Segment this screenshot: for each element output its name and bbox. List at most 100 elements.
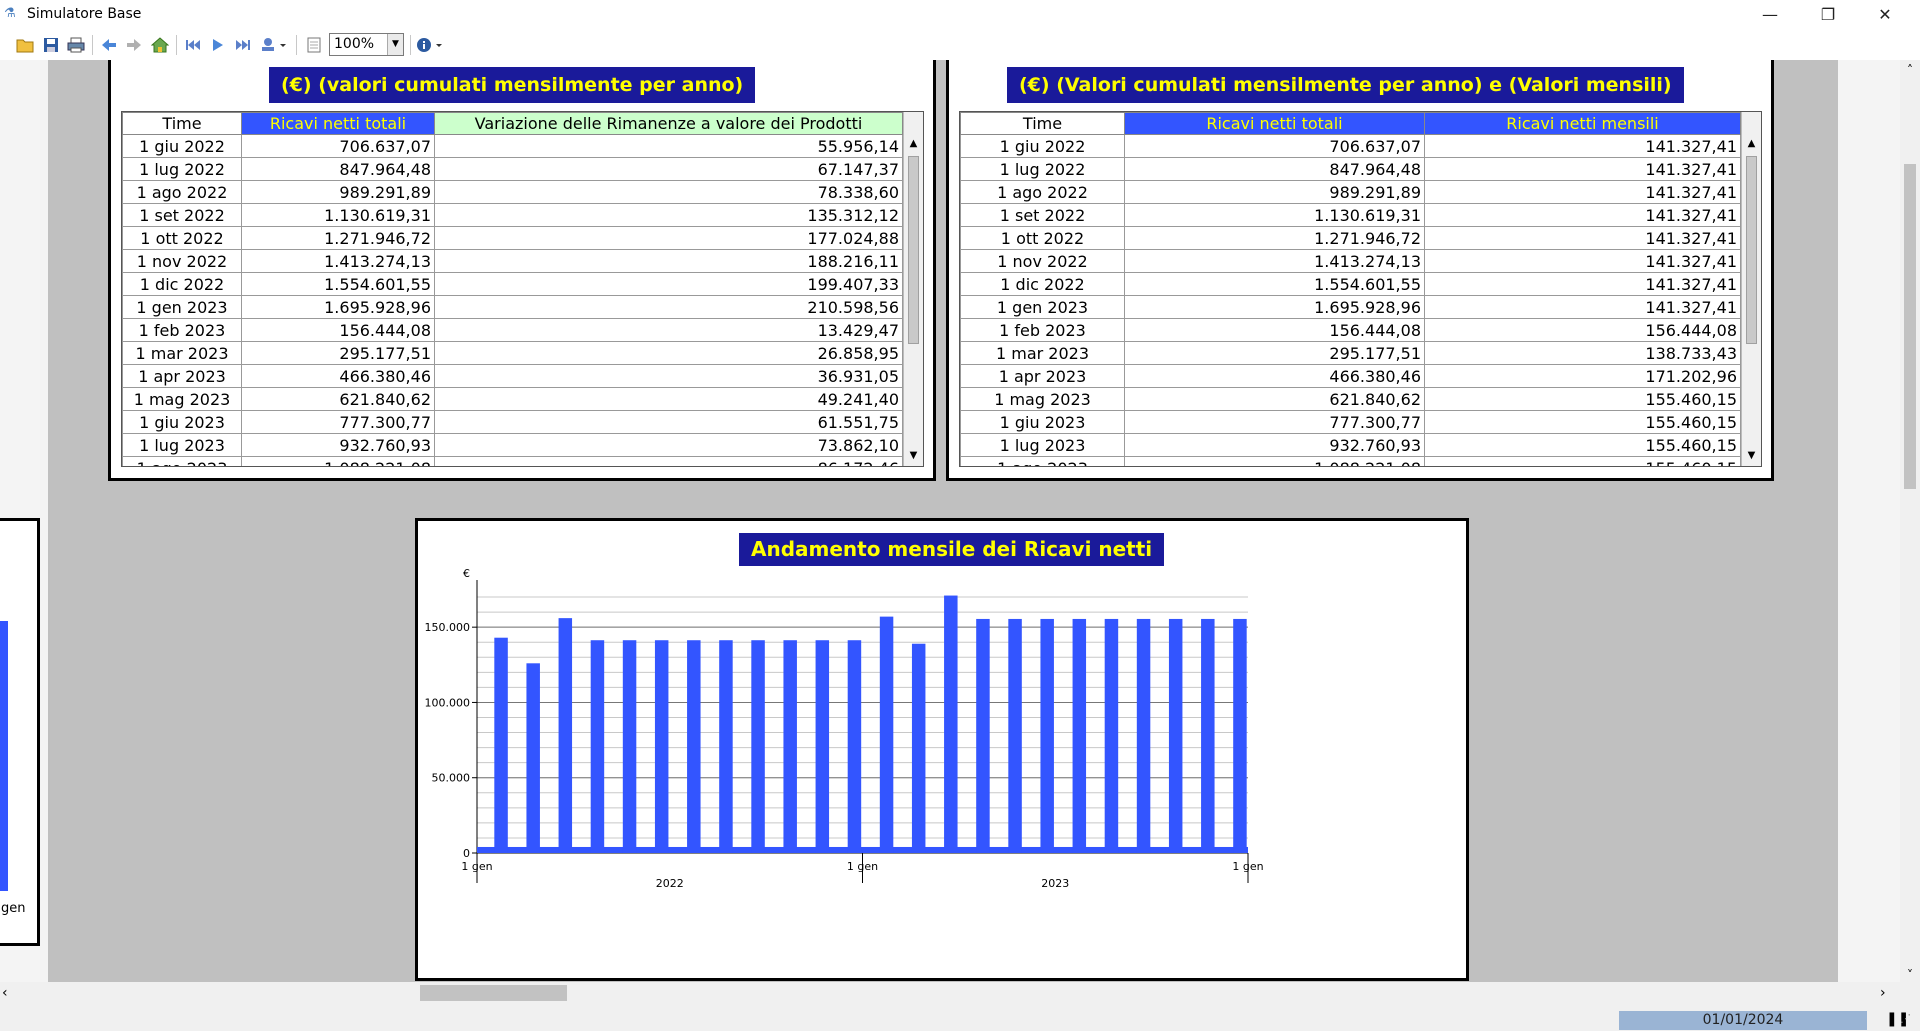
page-icon[interactable] xyxy=(303,34,325,56)
table-1-scrollbar[interactable]: ▲ ▼ xyxy=(903,112,923,466)
vertical-scroll-thumb[interactable] xyxy=(1904,164,1916,489)
value-cell: 141.327,41 xyxy=(1424,226,1741,250)
ricavi-cell: 1.271.946,72 xyxy=(241,226,435,250)
table-row: 1 mag 2023 621.840,62 49.241,40 xyxy=(122,387,903,411)
column-header-time: Time xyxy=(122,112,242,135)
scroll-down-arrow[interactable]: ▼ xyxy=(904,446,923,466)
chart-bar xyxy=(1168,618,1183,853)
time-cell: 1 gen 2023 xyxy=(122,295,242,319)
table-row: 1 ago 20231.088.221,0886.172,46 xyxy=(122,456,903,466)
ricavi-cell: 621.840,62 xyxy=(1124,387,1425,411)
ricavi-cell: 706.637,07 xyxy=(241,134,435,158)
value-cell: 141.327,41 xyxy=(1424,295,1741,319)
y-tick-label: 150.000 xyxy=(425,621,471,634)
scroll-right-arrow[interactable]: › xyxy=(1880,982,1896,1004)
table-row: 1 nov 2022 1.413.274,13 141.327,41 xyxy=(960,249,1741,273)
home-icon[interactable] xyxy=(149,34,171,56)
stamp-icon[interactable] xyxy=(259,34,289,56)
play-icon[interactable] xyxy=(207,34,229,56)
x-year-label: 2023 xyxy=(1041,877,1069,890)
resize-grip-icon[interactable]: ⋰ xyxy=(1900,1012,1911,1025)
scroll-up-arrow[interactable]: ˄ xyxy=(1900,60,1920,80)
table-2-scrollbar[interactable]: ▲ ▼ xyxy=(1741,112,1761,466)
value-cell: 155.460,15 xyxy=(1424,433,1741,457)
table-2: Time Ricavi netti totali Ricavi netti me… xyxy=(959,111,1762,467)
chart-bar xyxy=(944,595,958,853)
skip-end-icon[interactable] xyxy=(232,34,254,56)
ricavi-cell: 156.444,08 xyxy=(1124,318,1425,342)
time-cell: 1 feb 2023 xyxy=(960,318,1125,342)
table-row: 1 giu 2023 777.300,77 155.460,15 xyxy=(960,410,1741,434)
app-icon: ⚗ xyxy=(4,6,16,21)
x-tick-label: 1 gen xyxy=(461,860,492,873)
time-cell: 1 giu 2023 xyxy=(960,410,1125,434)
info-icon[interactable] xyxy=(415,34,445,56)
table-row: 1 mag 2023 621.840,62 155.460,15 xyxy=(960,387,1741,411)
toolbar: 100% ▼ xyxy=(0,30,1920,60)
time-cell: 1 dic 2022 xyxy=(122,272,242,296)
vertical-scrollbar[interactable]: ˄ ˅ xyxy=(1900,60,1920,1004)
value-cell: 135.312,12 xyxy=(434,203,903,227)
forward-icon[interactable] xyxy=(123,34,145,56)
model-viewport[interactable]: gen (€) (valori cumulati mensilmente per… xyxy=(0,60,1900,982)
time-cell: 1 mag 2023 xyxy=(960,387,1125,411)
scroll-thumb[interactable] xyxy=(908,156,919,344)
horizontal-scroll-thumb[interactable] xyxy=(420,985,567,1001)
toolbar-separator xyxy=(92,35,93,55)
value-cell: 156.444,08 xyxy=(1424,318,1741,342)
column-header-ricavi: Ricavi netti totali xyxy=(1124,112,1425,135)
value-cell: 141.327,41 xyxy=(1424,203,1741,227)
scroll-thumb[interactable] xyxy=(1746,156,1757,344)
time-cell: 1 lug 2023 xyxy=(122,433,242,457)
ricavi-cell: 777.300,77 xyxy=(241,410,435,434)
close-button[interactable]: ✕ xyxy=(1860,0,1910,30)
time-cell: 1 giu 2022 xyxy=(122,134,242,158)
zoom-select[interactable]: 100% ▼ xyxy=(329,33,404,56)
table-row: 1 lug 2022 847.964,48 141.327,41 xyxy=(960,157,1741,181)
table-row: 1 gen 2023 1.695.928,96 141.327,41 xyxy=(960,295,1741,319)
time-cell: 1 apr 2023 xyxy=(960,364,1125,388)
minimize-button[interactable]: — xyxy=(1745,0,1795,30)
time-cell: 1 feb 2023 xyxy=(122,318,242,342)
value-cell: 67.147,37 xyxy=(434,157,903,181)
scroll-up-arrow[interactable]: ▲ xyxy=(904,134,923,154)
table-row: 1 ott 2022 1.271.946,72 141.327,41 xyxy=(960,226,1741,250)
value-cell: 138.733,43 xyxy=(1424,341,1741,365)
scroll-down-arrow[interactable]: ▼ xyxy=(1742,446,1761,466)
back-icon[interactable] xyxy=(98,34,120,56)
value-cell: 13.429,47 xyxy=(434,318,903,342)
value-cell: 78.338,60 xyxy=(434,180,903,204)
chart-bar xyxy=(494,637,508,853)
value-cell: 188.216,11 xyxy=(434,249,903,273)
chart-bar xyxy=(622,640,637,853)
restore-button[interactable]: ❐ xyxy=(1803,0,1853,30)
column-header-time: Time xyxy=(960,112,1125,135)
print-icon[interactable] xyxy=(65,34,87,56)
open-folder-icon[interactable] xyxy=(14,34,36,56)
ricavi-cell: 847.964,48 xyxy=(241,157,435,181)
time-cell: 1 nov 2022 xyxy=(960,249,1125,273)
chart-panel: 0 50.000 100.000 150.000 €1 gen 1 gen 1 gen 202… xyxy=(415,518,1469,981)
chart-bar xyxy=(911,643,926,853)
chevron-down-icon[interactable]: ▼ xyxy=(387,34,403,55)
scroll-up-arrow[interactable]: ▲ xyxy=(1742,134,1761,154)
table-row: 1 lug 2023 932.760,93 155.460,15 xyxy=(960,433,1741,457)
value-cell: 141.327,41 xyxy=(1424,272,1741,296)
scroll-left-arrow[interactable]: ‹ xyxy=(2,982,18,1004)
table-row: 1 lug 2022 847.964,48 67.147,37 xyxy=(122,157,903,181)
scroll-down-arrow[interactable]: ˅ xyxy=(1900,965,1920,985)
chart-bar xyxy=(719,640,733,853)
toolbar-separator xyxy=(410,35,411,55)
value-cell: 177.024,88 xyxy=(434,226,903,250)
chart-bar xyxy=(1201,618,1215,853)
time-cell: 1 ago 2023 xyxy=(122,456,242,466)
skip-start-icon[interactable] xyxy=(182,34,204,56)
table-row: 1 lug 2023 932.760,93 73.862,10 xyxy=(122,433,903,457)
save-icon[interactable] xyxy=(40,34,62,56)
value-cell: 26.858,95 xyxy=(434,341,903,365)
ricavi-cell: 1.695.928,96 xyxy=(1124,295,1425,319)
horizontal-scrollbar[interactable]: ‹ › xyxy=(0,982,1900,1004)
time-cell: 1 giu 2022 xyxy=(960,134,1125,158)
ricavi-cell: 295.177,51 xyxy=(1124,341,1425,365)
time-cell: 1 ago 2022 xyxy=(122,180,242,204)
